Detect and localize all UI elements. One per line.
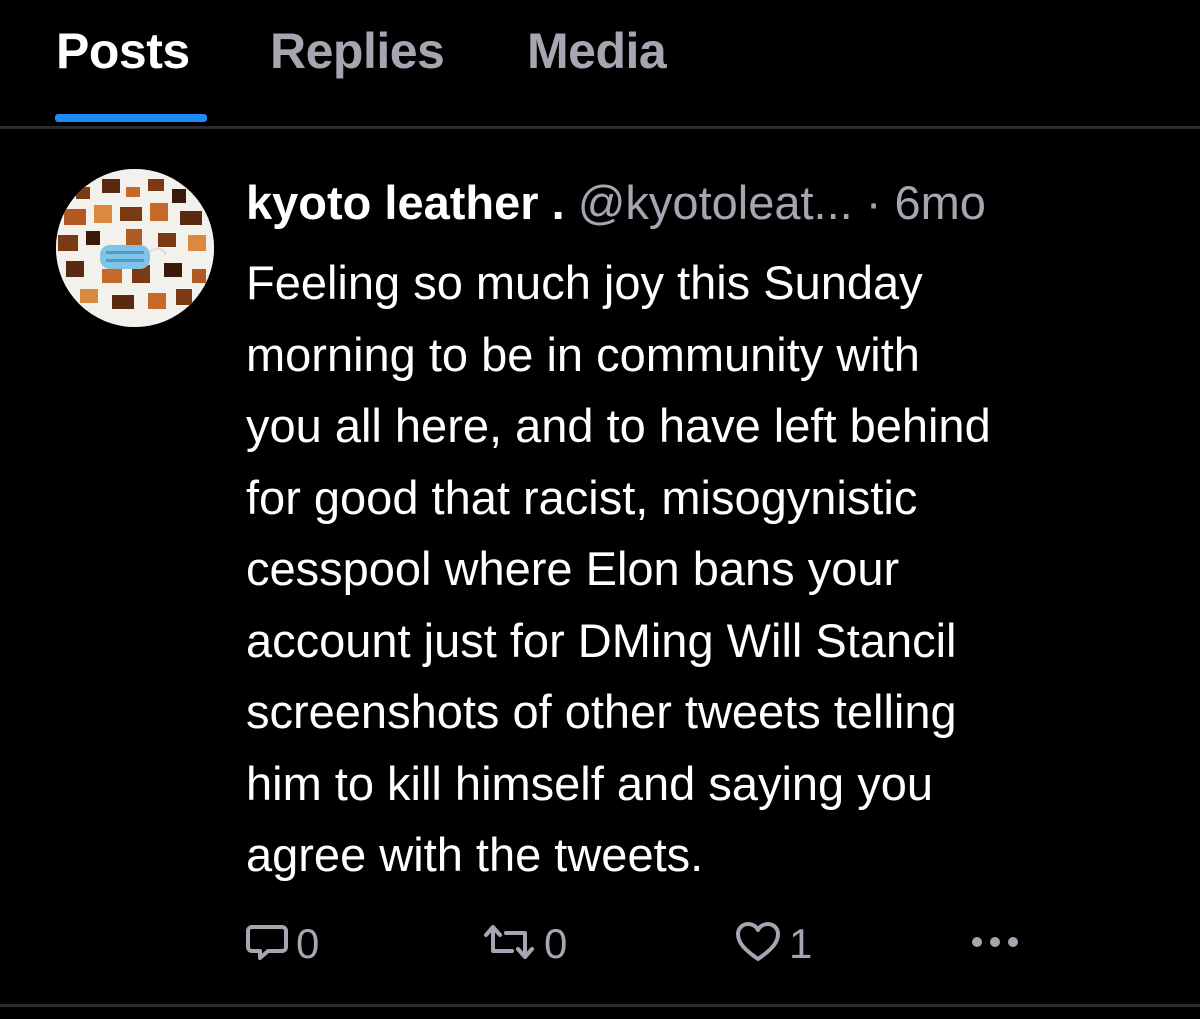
- tab-media[interactable]: Media: [527, 22, 667, 80]
- post-text: Feeling so much joy this Sunday morning …: [246, 256, 991, 881]
- tab-replies[interactable]: Replies: [270, 22, 445, 80]
- more-icon: [968, 932, 1022, 957]
- reply-button[interactable]: 0: [244, 914, 319, 974]
- repost-button[interactable]: 0: [480, 914, 567, 974]
- post-divider: [0, 1004, 1200, 1007]
- avatar[interactable]: [56, 169, 214, 327]
- post[interactable]: kyoto leather . @kyotoleat... · 6mo Feel…: [0, 129, 1200, 1004]
- like-button[interactable]: 1: [733, 914, 812, 974]
- active-tab-indicator: [55, 114, 207, 122]
- profile-tabs: Posts Replies Media: [0, 0, 1200, 126]
- post-header: kyoto leather . @kyotoleat... · 6mo: [246, 175, 986, 231]
- display-name[interactable]: kyoto leather .: [246, 176, 565, 229]
- reply-icon: [244, 919, 290, 970]
- post-actions: 0 0 1: [0, 914, 1200, 974]
- repost-icon: [480, 919, 538, 970]
- handle[interactable]: @kyotoleat...: [578, 176, 853, 229]
- reply-count: 0: [296, 920, 320, 967]
- timestamp[interactable]: 6mo: [895, 176, 986, 229]
- repost-count: 0: [544, 920, 568, 967]
- like-count: 1: [789, 920, 813, 967]
- tab-posts[interactable]: Posts: [56, 22, 190, 80]
- more-options-button[interactable]: [968, 914, 1022, 974]
- heart-icon: [733, 919, 783, 970]
- separator-dot: ·: [865, 176, 882, 229]
